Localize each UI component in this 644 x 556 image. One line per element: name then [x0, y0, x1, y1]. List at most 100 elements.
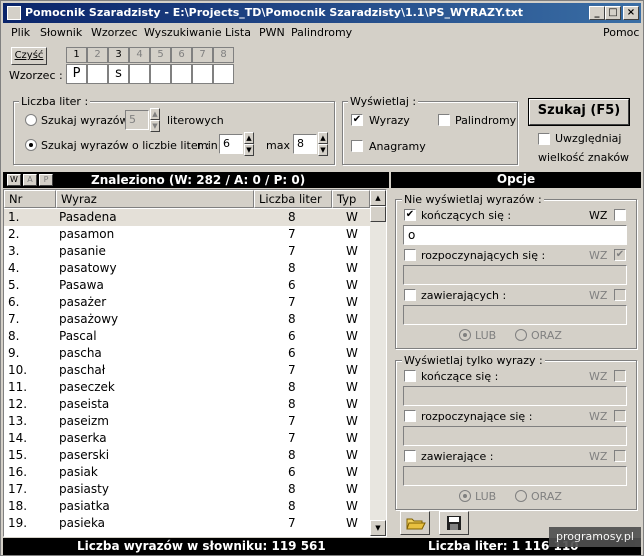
table-row[interactable]: 8. Pascal 6 W [4, 328, 370, 345]
table-row[interactable]: 2. pasamon 7 W [4, 226, 370, 243]
tab-p[interactable]: P [39, 174, 53, 186]
only-containing-input[interactable] [403, 466, 627, 486]
table-row[interactable]: 17. pasiasty 8 W [4, 481, 370, 498]
spin-up-icon[interactable]: ▲ [244, 132, 254, 144]
table-row[interactable]: 15. paserski 8 W [4, 447, 370, 464]
table-row[interactable]: 4. pasatowy 8 W [4, 260, 370, 277]
exact-length-input[interactable]: 5 [125, 110, 149, 130]
case-sensitive-checkbox[interactable] [538, 133, 550, 145]
pattern-cell-1[interactable]: P [66, 64, 87, 84]
only-ending-checkbox[interactable] [404, 370, 416, 382]
pattern-cell-8[interactable] [213, 64, 234, 84]
min-length-spinner[interactable]: ▲ ▼ [244, 132, 254, 156]
only-starting-checkbox[interactable] [404, 410, 416, 422]
table-row[interactable]: 14. paserka 7 W [4, 430, 370, 447]
pattern-cell-2[interactable] [87, 64, 108, 84]
exclude-containing-wz-checkbox[interactable] [614, 289, 626, 301]
menu-wzorzec[interactable]: Wzorzec [91, 26, 138, 39]
cell-nr: 5. [8, 278, 20, 292]
exclude-oraz-radio[interactable] [515, 329, 527, 341]
words-checkbox[interactable]: ✔ [351, 114, 363, 126]
minimize-button[interactable]: _ [589, 6, 605, 20]
column-header-word[interactable]: Wyraz [56, 190, 254, 208]
table-row[interactable]: 12. paseista 8 W [4, 396, 370, 413]
column-header-type[interactable]: Typ [332, 190, 370, 208]
table-row[interactable]: 5. Pasawa 6 W [4, 277, 370, 294]
search-exact-length-radio[interactable] [25, 114, 37, 126]
exclude-starting-checkbox[interactable] [404, 249, 416, 261]
pattern-cell-7[interactable] [192, 64, 213, 84]
open-folder-button[interactable] [400, 511, 430, 535]
exclude-containing-input[interactable] [403, 305, 627, 325]
tab-a[interactable]: A [23, 174, 37, 186]
table-row[interactable]: 7. pasażowy 8 W [4, 311, 370, 328]
max-length-input[interactable]: 8 [293, 134, 317, 154]
menu-lista[interactable]: Lista [225, 26, 251, 39]
only-containing-checkbox[interactable] [404, 450, 416, 462]
spin-up-icon[interactable]: ▲ [318, 132, 328, 144]
menu-wyszukiwanie[interactable]: Wyszukiwanie [144, 26, 222, 39]
menu-pomoc[interactable]: Pomoc [603, 26, 639, 39]
table-row[interactable]: 9. pascha 6 W [4, 345, 370, 362]
pattern-cell-5[interactable] [150, 64, 171, 84]
spin-down-icon[interactable]: ▼ [244, 144, 254, 156]
spin-down-icon[interactable]: ▼ [318, 144, 328, 156]
menu-slownik[interactable]: Słownik [40, 26, 82, 39]
table-row[interactable]: 10. paschał 7 W [4, 362, 370, 379]
table-row[interactable]: 3. pasanie 7 W [4, 243, 370, 260]
scroll-thumb[interactable] [370, 206, 386, 222]
table-row[interactable]: 18. pasiatka 8 W [4, 498, 370, 515]
search-range-length-radio[interactable] [25, 139, 37, 151]
exclude-starting-input[interactable] [403, 265, 627, 285]
save-button[interactable] [439, 511, 469, 535]
only-lub-radio[interactable] [459, 490, 471, 502]
vertical-scrollbar[interactable]: ▲ ▼ [370, 190, 386, 536]
cell-letters: 8 [288, 499, 296, 513]
cell-letters: 6 [288, 465, 296, 479]
max-length-spinner[interactable]: ▲ ▼ [318, 132, 328, 156]
search-range-length-label: Szukaj wyrazów o liczbie liter : [41, 139, 210, 152]
column-header-letters[interactable]: Liczba liter [254, 190, 332, 208]
tab-w[interactable]: W [7, 174, 21, 186]
menu-palindromy[interactable]: Palindromy [291, 26, 352, 39]
only-oraz-radio[interactable] [515, 490, 527, 502]
only-ending-input[interactable] [403, 386, 627, 406]
scroll-up-icon[interactable]: ▲ [370, 190, 386, 206]
cell-word: Pasawa [59, 278, 104, 292]
exclude-lub-radio[interactable] [459, 329, 471, 341]
maximize-button[interactable]: □ [605, 6, 621, 20]
only-ending-wz-checkbox[interactable] [614, 370, 626, 382]
pattern-position-3: 3 [108, 47, 129, 63]
exclude-ending-wz-checkbox[interactable] [614, 209, 626, 221]
table-row[interactable]: 19. pasieka 7 W [4, 515, 370, 532]
close-button[interactable]: × [623, 6, 639, 20]
menu-plik[interactable]: Plik [11, 26, 30, 39]
exclude-ending-input[interactable]: o [403, 225, 627, 245]
min-length-input[interactable]: 6 [219, 134, 243, 154]
column-header-nr[interactable]: Nr [4, 190, 56, 208]
table-row[interactable]: 11. paseczek 8 W [4, 379, 370, 396]
table-row[interactable]: 13. paseizm 7 W [4, 413, 370, 430]
only-starting-input[interactable] [403, 426, 627, 446]
cell-word: paserski [59, 448, 110, 462]
only-starting-wz-checkbox[interactable] [614, 410, 626, 422]
anagrams-checkbox[interactable] [351, 140, 363, 152]
scroll-down-icon[interactable]: ▼ [370, 520, 386, 536]
pattern-cell-3[interactable]: s [108, 64, 129, 84]
palindromes-checkbox[interactable] [438, 114, 450, 126]
table-row[interactable]: 6. pasażer 7 W [4, 294, 370, 311]
search-button[interactable]: Szukaj (F5) [528, 98, 630, 126]
table-row[interactable]: 16. pasiak 6 W [4, 464, 370, 481]
table-row[interactable]: 1. Pasadena 8 W [4, 209, 370, 226]
clear-pattern-button[interactable]: Czyść [11, 47, 47, 65]
exact-length-spinner[interactable]: ▲ ▼ [150, 108, 160, 132]
exclude-containing-checkbox[interactable] [404, 289, 416, 301]
pattern-cell-4[interactable] [129, 64, 150, 84]
spin-up-icon[interactable]: ▲ [150, 108, 160, 120]
spin-down-icon[interactable]: ▼ [150, 120, 160, 132]
menu-pwn[interactable]: PWN [259, 26, 285, 39]
only-containing-wz-checkbox[interactable] [614, 450, 626, 462]
exclude-starting-wz-checkbox[interactable]: ✔ [614, 249, 626, 261]
pattern-cell-6[interactable] [171, 64, 192, 84]
exclude-ending-checkbox[interactable]: ✔ [404, 209, 416, 221]
